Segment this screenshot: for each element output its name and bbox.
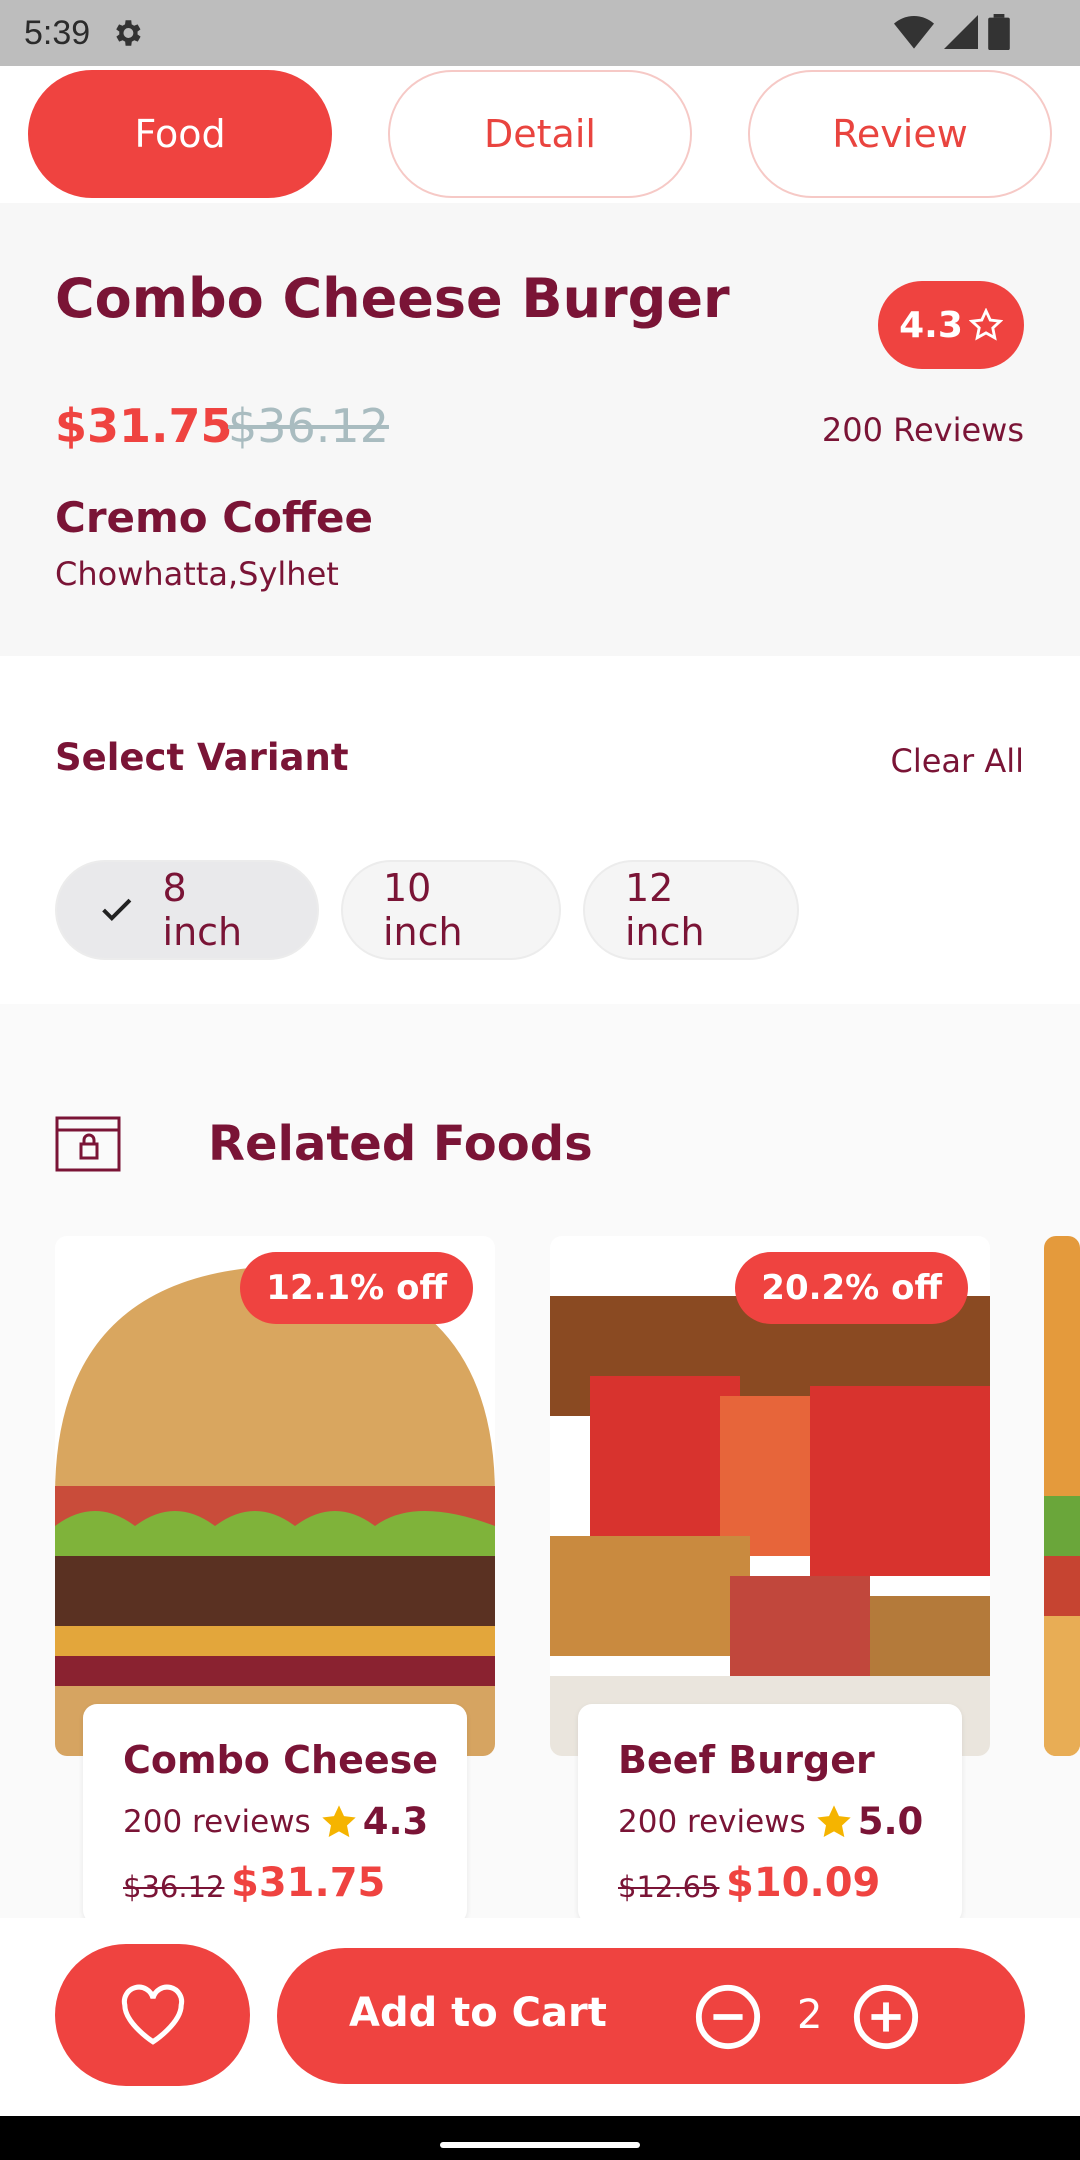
food-price: $31.75	[231, 1860, 386, 1906]
food-rating-row: 200 reviews 5.0	[618, 1800, 923, 1843]
food-card-peek[interactable]	[1044, 1236, 1080, 1756]
status-time: 5:39	[24, 13, 91, 52]
add-to-cart-label: Add to Cart	[349, 1990, 607, 2036]
status-icons	[894, 14, 1010, 50]
tab-detail[interactable]: Detail	[388, 70, 692, 198]
settings-gear-icon	[116, 20, 141, 46]
variant-chip-8-inch[interactable]: 8 inch	[55, 860, 319, 960]
add-to-cart-button[interactable]: Add to Cart 2	[277, 1948, 1025, 2084]
food-price: $10.09	[726, 1860, 881, 1906]
food-old-price: $12.65	[618, 1870, 720, 1904]
home-gesture-handle[interactable]	[440, 2142, 640, 2148]
store-location: Chowhatta,Sylhet	[55, 555, 339, 593]
food-card[interactable]: 12.1% off	[55, 1236, 495, 1756]
variant-chips: 8 inch 10 inch 12 inch	[55, 860, 799, 960]
tab-food[interactable]: Food	[28, 70, 332, 198]
related-foods-title: Related Foods	[208, 1116, 593, 1172]
product-old-price: $36.12	[228, 399, 389, 453]
status-bar: 5:39	[0, 0, 1080, 66]
food-rating: 5.0	[857, 1800, 924, 1843]
star-icon	[322, 1804, 356, 1837]
food-name: Beef Burger	[618, 1738, 875, 1782]
product-price: $31.75	[55, 399, 233, 453]
store-name[interactable]: Cremo Coffee	[55, 493, 373, 542]
variant-chip-12-inch[interactable]: 12 inch	[583, 860, 799, 960]
variant-title: Select Variant	[55, 736, 349, 779]
food-card[interactable]: 20.2% off	[550, 1236, 990, 1756]
heart-icon	[121, 1984, 184, 2045]
quantity-value: 2	[797, 1992, 823, 2038]
tab-bar: Food Detail Review	[0, 66, 1080, 203]
wifi-icon	[894, 16, 934, 49]
food-reviews: 200 reviews	[123, 1803, 311, 1840]
discount-badge: 12.1% off	[240, 1252, 473, 1324]
tab-review[interactable]: Review	[748, 70, 1052, 198]
variant-chip-label: 10 inch	[383, 866, 463, 954]
rating-value: 4.3	[899, 304, 963, 346]
food-reviews: 200 reviews	[618, 1803, 806, 1840]
food-name: Combo Cheese Burger	[123, 1738, 443, 1782]
burger-image	[1044, 1236, 1080, 1756]
variant-chip-10-inch[interactable]: 10 inch	[341, 860, 561, 960]
rating-badge: 4.3	[878, 281, 1024, 369]
store-box-icon	[55, 1116, 121, 1172]
food-card-info[interactable]: Beef Burger 200 reviews 5.0 $12.65 $10.0…	[578, 1704, 962, 1924]
product-title: Combo Cheese Burger	[55, 267, 730, 330]
related-foods-section: Related Foods 12.1% off 20.2% off Combo …	[0, 1004, 1080, 1924]
clear-all-button[interactable]: Clear All	[890, 742, 1024, 780]
bottom-action-bar: Add to Cart 2	[0, 1918, 1080, 2116]
signal-icon	[944, 15, 978, 49]
food-old-price: $36.12	[123, 1870, 225, 1904]
variant-section: Select Variant Clear All 8 inch 10 inch …	[0, 656, 1080, 1004]
minus-circle-icon[interactable]	[693, 1982, 763, 2052]
check-icon	[102, 898, 132, 922]
food-rating: 4.3	[362, 1800, 429, 1843]
discount-badge: 20.2% off	[735, 1252, 968, 1324]
star-outline-icon	[968, 308, 1003, 341]
reviews-count[interactable]: 200 Reviews	[822, 411, 1024, 449]
plus-circle-icon[interactable]	[851, 1982, 921, 2052]
star-icon	[817, 1804, 851, 1837]
food-rating-row: 200 reviews 4.3	[123, 1800, 428, 1843]
food-card-info[interactable]: Combo Cheese Burger 200 reviews 4.3 $36.…	[83, 1704, 467, 1924]
favorite-button[interactable]	[55, 1944, 250, 2086]
product-info: Combo Cheese Burger 4.3 $31.75 $36.12 20…	[0, 203, 1080, 656]
variant-chip-label: 8 inch	[162, 866, 243, 954]
system-nav-bar	[0, 2116, 1080, 2160]
battery-icon	[988, 14, 1010, 50]
variant-chip-label: 12 inch	[625, 866, 705, 954]
